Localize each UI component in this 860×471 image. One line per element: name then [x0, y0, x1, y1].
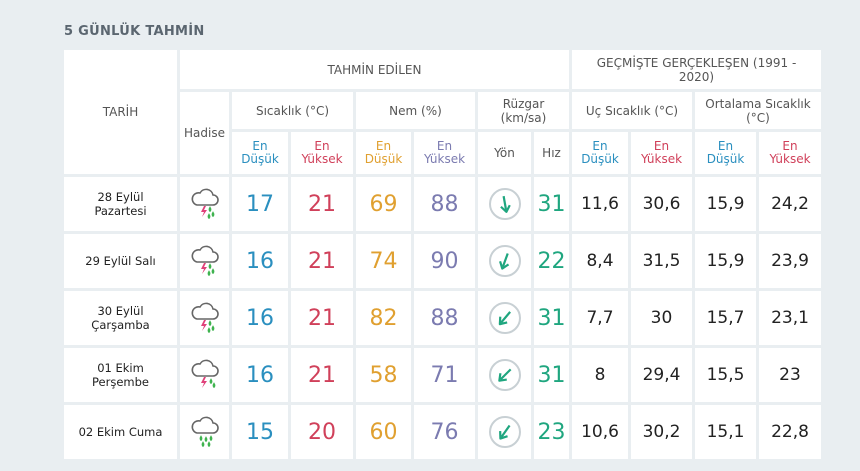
wind-direction-cell	[478, 291, 534, 348]
wind-direction-icon	[488, 245, 521, 277]
wind-direction-icon	[488, 302, 521, 334]
avg-low: 15,9	[695, 177, 759, 234]
humidity-high: 88	[414, 291, 478, 348]
page-title: 5 GÜNLÜK TAHMİN	[64, 24, 205, 39]
temp-low: 16	[232, 234, 291, 291]
temp-high: 21	[291, 348, 356, 405]
weather-icon-cell	[180, 234, 232, 291]
header-avg-low: En Düşük	[695, 132, 759, 177]
header-temp-low: En Düşük	[232, 132, 291, 177]
row-date: 30 Eylül Çarşamba	[64, 291, 180, 348]
header-temp-high: En Yüksek	[291, 132, 356, 177]
humidity-low: 82	[356, 291, 414, 348]
temp-high: 21	[291, 291, 356, 348]
row-date: 01 Ekim Perşembe	[64, 348, 180, 405]
wind-speed: 31	[534, 348, 572, 405]
row-date: 28 Eylül Pazartesi	[64, 177, 180, 234]
extreme-high: 31,5	[631, 234, 695, 291]
weather-icon-cell	[180, 291, 232, 348]
humidity-low: 69	[356, 177, 414, 234]
avg-high: 23,9	[759, 234, 824, 291]
extreme-low: 8,4	[572, 234, 631, 291]
thunderstorm-rain-icon	[188, 185, 222, 223]
extreme-high: 30	[631, 291, 695, 348]
extreme-low: 8	[572, 348, 631, 405]
temp-high: 21	[291, 177, 356, 234]
extreme-low: 10,6	[572, 405, 631, 462]
humidity-low: 74	[356, 234, 414, 291]
wind-direction-icon	[488, 359, 521, 391]
row-date: 02 Ekim Cuma	[64, 405, 180, 462]
wind-direction-cell	[478, 177, 534, 234]
header-hum-low: En Düşük	[356, 132, 414, 177]
header-history-group: GEÇMİŞTE GERÇEKLEŞEN (1991 - 2020)	[572, 50, 824, 92]
header-date: TARİH	[64, 50, 180, 177]
avg-low: 15,1	[695, 405, 759, 462]
row-date: 29 Eylül Salı	[64, 234, 180, 291]
header-avg-high: En Yüksek	[759, 132, 824, 177]
weather-icon-cell	[180, 348, 232, 405]
temp-low: 17	[232, 177, 291, 234]
wind-direction-icon	[488, 416, 521, 448]
header-event: Hadise	[180, 92, 232, 177]
humidity-high: 88	[414, 177, 478, 234]
temp-low: 16	[232, 348, 291, 405]
header-extreme-temp: Uç Sıcaklık (°C)	[572, 92, 695, 132]
header-hum-high: En Yüksek	[414, 132, 478, 177]
wind-direction-cell	[478, 405, 534, 462]
temp-high: 21	[291, 234, 356, 291]
extreme-low: 7,7	[572, 291, 631, 348]
wind-direction-cell	[478, 234, 534, 291]
header-forecast-group: TAHMİN EDİLEN	[180, 50, 572, 92]
humidity-high: 71	[414, 348, 478, 405]
header-speed: Hız	[534, 132, 572, 177]
wind-direction-cell	[478, 348, 534, 405]
avg-low: 15,5	[695, 348, 759, 405]
header-ext-high: En Yüksek	[631, 132, 695, 177]
header-direction: Yön	[478, 132, 534, 177]
extreme-high: 30,6	[631, 177, 695, 234]
humidity-low: 60	[356, 405, 414, 462]
avg-low: 15,9	[695, 234, 759, 291]
temp-high: 20	[291, 405, 356, 462]
temp-low: 16	[232, 291, 291, 348]
thunderstorm-rain-icon	[188, 299, 222, 337]
thunderstorm-rain-icon	[188, 242, 222, 280]
header-wind: Rüzgar (km/sa)	[478, 92, 572, 132]
weather-icon-cell	[180, 405, 232, 462]
avg-high: 24,2	[759, 177, 824, 234]
wind-speed: 22	[534, 234, 572, 291]
wind-speed: 23	[534, 405, 572, 462]
temp-low: 15	[232, 405, 291, 462]
humidity-low: 58	[356, 348, 414, 405]
header-ext-low: En Düşük	[572, 132, 631, 177]
extreme-high: 30,2	[631, 405, 695, 462]
wind-speed: 31	[534, 291, 572, 348]
header-temp: Sıcaklık (°C)	[232, 92, 356, 132]
extreme-low: 11,6	[572, 177, 631, 234]
weather-icon-cell	[180, 177, 232, 234]
rain-icon	[188, 413, 222, 451]
avg-high: 23,1	[759, 291, 824, 348]
forecast-table: TARİH TAHMİN EDİLEN GEÇMİŞTE GERÇEKLEŞEN…	[64, 50, 824, 462]
thunderstorm-icon	[188, 356, 222, 394]
header-avg-temp: Ortalama Sıcaklık (°C)	[695, 92, 824, 132]
avg-high: 23	[759, 348, 824, 405]
humidity-high: 76	[414, 405, 478, 462]
extreme-high: 29,4	[631, 348, 695, 405]
wind-speed: 31	[534, 177, 572, 234]
avg-low: 15,7	[695, 291, 759, 348]
header-humidity: Nem (%)	[356, 92, 478, 132]
wind-direction-icon	[488, 188, 521, 220]
humidity-high: 90	[414, 234, 478, 291]
avg-high: 22,8	[759, 405, 824, 462]
